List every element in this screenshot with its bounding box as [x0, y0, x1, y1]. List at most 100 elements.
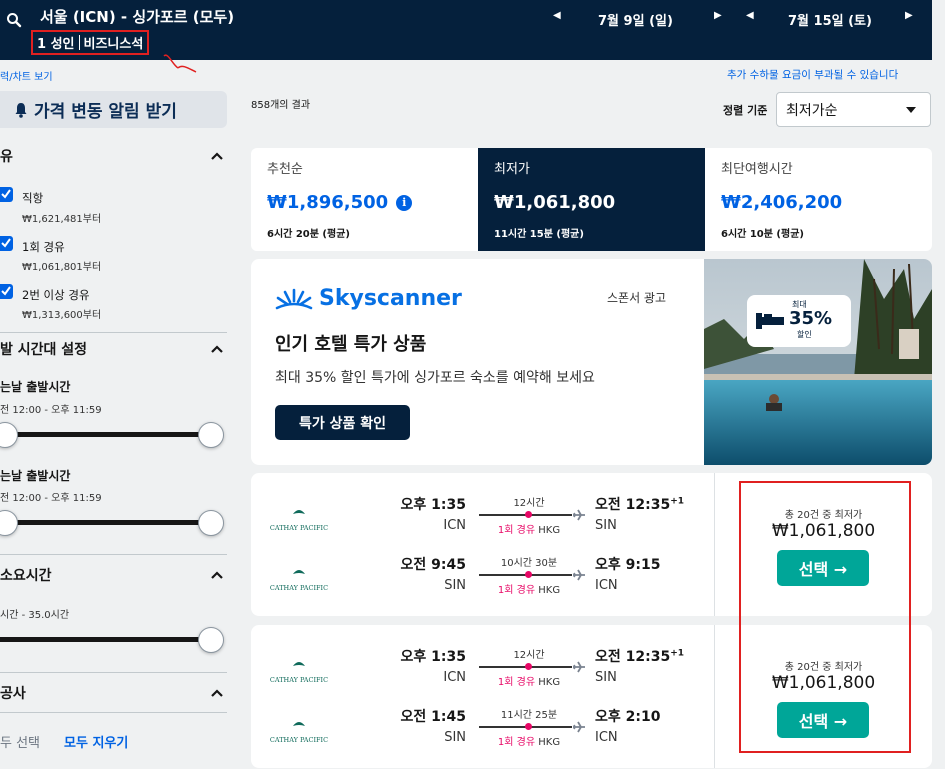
flight-leg-return: CATHAY PACIFIC 오전 1:45 SIN 11시간 25분 1회 경…	[251, 706, 714, 766]
flight-duration: 10시간 30분	[500, 558, 558, 569]
return-prev-arrow-icon[interactable]: ◀	[746, 10, 754, 21]
svg-text:CATHAY PACIFIC: CATHAY PACIFIC	[270, 676, 328, 684]
departure-airport: SIN	[444, 730, 466, 745]
cabin-class: 비즈니스석	[83, 37, 144, 52]
flight-leg-outbound: CATHAY PACIFIC 오후 1:35 ICN 12시간 1회 경유 HK…	[251, 494, 714, 554]
traveller-cabin-summary[interactable]: 1 성인 비즈니스석	[31, 30, 150, 55]
return-slider-min-handle[interactable]	[0, 510, 18, 536]
select-all-airlines[interactable]: 두 선택	[0, 732, 40, 751]
depart-prev-arrow-icon[interactable]: ◀	[553, 10, 561, 21]
return-slider-max-handle[interactable]	[198, 510, 224, 536]
search-icon[interactable]	[6, 12, 22, 28]
chevron-up-icon[interactable]	[211, 689, 223, 697]
departure-airport: ICN	[443, 518, 466, 533]
arrival-time: 오전 12:35	[595, 649, 671, 665]
bed-icon	[756, 313, 784, 329]
plane-icon	[573, 569, 585, 581]
divider	[0, 332, 227, 333]
info-icon[interactable]: i	[396, 194, 413, 211]
flight-leg-outbound: CATHAY PACIFIC 오후 1:35 ICN 12시간 1회 경유 HK…	[251, 646, 714, 706]
chevron-up-icon[interactable]	[211, 345, 223, 353]
departure-time: 오후 1:35	[400, 497, 466, 513]
sort-tabs: 추천순 ₩1,896,500 i 6시간 20분 (평균) 최저가 ₩1,061,…	[251, 148, 932, 251]
return-next-arrow-icon[interactable]: ▶	[905, 10, 913, 21]
stops-info: 1회 경유 HKG	[479, 521, 579, 536]
clear-all-airlines[interactable]: 모두 지우기	[64, 732, 128, 751]
stops-direct-checkbox[interactable]	[0, 187, 13, 202]
stops-option-price: ₩1,621,481부터	[22, 214, 102, 225]
tab-duration: 11시간 15분 (평균)	[494, 229, 584, 240]
flight-leg-return: CATHAY PACIFIC 오전 9:45 SIN 10시간 30분 1회 경…	[251, 554, 714, 614]
price-alert-label: 가격 변동 알림 받기	[34, 102, 177, 122]
ad-cta-button[interactable]: 특가 상품 확인	[275, 405, 410, 440]
search-header: 서울 (ICN) - 싱가포르 (모두) 1 성인 비즈니스석 ◀ 7월 9일 …	[0, 0, 932, 60]
outbound-slider-track[interactable]	[0, 432, 205, 437]
stops-option-label[interactable]: 2번 이상 경유	[22, 287, 90, 303]
stops-two-plus-checkbox[interactable]	[0, 284, 13, 299]
stop-count: 1회 경유	[497, 585, 536, 596]
check-icon	[1, 238, 11, 248]
arrival-day-offset: +1	[670, 648, 685, 659]
sponsored-ad[interactable]: Skyscanner 스폰서 광고 인기 호텔 특가 상품 최대 35% 할인 …	[251, 259, 932, 465]
tab-best[interactable]: 추천순 ₩1,896,500 i 6시간 20분 (평균)	[251, 148, 478, 251]
sort-label: 정렬 기준	[723, 104, 768, 117]
outbound-slider-min-handle[interactable]	[0, 422, 18, 448]
tab-name: 최단여행시간	[721, 162, 793, 177]
plane-icon	[573, 721, 585, 733]
outbound-slider-max-handle[interactable]	[198, 422, 224, 448]
chevron-up-icon[interactable]	[211, 571, 223, 579]
stop-dot	[525, 663, 532, 670]
stops-one-checkbox[interactable]	[0, 236, 13, 251]
stop-hub: HKG	[538, 737, 561, 748]
arrival-airport: SIN	[595, 518, 617, 533]
stops-option-price: ₩1,313,600부터	[22, 310, 102, 321]
arrival-time-wrap: 오후 9:15	[595, 554, 660, 574]
stops-option-label[interactable]: 1회 경유	[22, 239, 65, 255]
price-alert-button[interactable]: 가격 변동 알림 받기	[0, 91, 227, 128]
badge-bottom: 할인	[797, 330, 812, 339]
depart-next-arrow-icon[interactable]: ▶	[714, 10, 722, 21]
duration-slider-track[interactable]	[0, 637, 205, 642]
svg-text:CATHAY PACIFIC: CATHAY PACIFIC	[270, 584, 328, 592]
cathay-pacific-logo: CATHAY PACIFIC	[270, 510, 328, 532]
discount-badge: 최대 35% 할인	[747, 295, 851, 347]
arrival-time-wrap: 오후 2:10	[595, 706, 660, 726]
arrival-time: 오전 12:35	[595, 497, 671, 513]
tab-cheapest[interactable]: 최저가 ₩1,061,800 11시간 15분 (평균)	[478, 148, 705, 251]
airlines-section-title: 공사	[0, 686, 26, 702]
departure-airport: SIN	[444, 578, 466, 593]
arrival-day-offset: +1	[670, 496, 685, 507]
cathay-pacific-logo: CATHAY PACIFIC	[270, 570, 328, 592]
baggage-fee-notice[interactable]: 추가 수하물 요금이 부과될 수 있습니다	[727, 67, 898, 82]
arrival-airport: ICN	[595, 730, 618, 745]
tab-fastest[interactable]: 최단여행시간 ₩2,406,200 6시간 10분 (평균)	[705, 148, 932, 251]
sort-select[interactable]: 최저가순	[776, 92, 931, 127]
pool-photo	[704, 259, 932, 465]
arrival-time: 오후 9:15	[595, 557, 661, 573]
return-date[interactable]: 7월 15일 (토)	[788, 10, 872, 29]
badge-value: 35%	[789, 308, 833, 329]
tab-price: ₩1,061,800	[494, 192, 616, 213]
depart-date[interactable]: 7월 9일 (일)	[598, 10, 673, 29]
route-summary[interactable]: 서울 (ICN) - 싱가포르 (모두)	[40, 6, 234, 27]
result-count: 858개의 결과	[251, 100, 311, 111]
stop-hub: HKG	[538, 677, 561, 688]
divider	[0, 712, 227, 713]
arrival-time-wrap: 오전 12:35+1	[595, 646, 684, 666]
traveller-count: 1 성인	[37, 37, 75, 52]
sunrise-logo-icon	[275, 288, 313, 309]
chevron-up-icon[interactable]	[211, 152, 223, 160]
sort-value: 최저가순	[786, 102, 838, 119]
stop-count: 1회 경유	[497, 525, 536, 536]
bell-icon	[15, 102, 27, 118]
outbound-time-range: 전 12:00 - 오후 11:59	[0, 405, 102, 416]
tab-price-row: ₩1,896,500 i	[267, 192, 478, 213]
departure-time: 오후 1:35	[400, 649, 466, 665]
stops-option-label[interactable]: 직항	[22, 190, 43, 206]
ad-headline: 인기 호텔 특가 상품	[275, 334, 427, 355]
check-icon	[1, 189, 11, 199]
duration-slider-handle[interactable]	[198, 627, 224, 653]
chart-view-link[interactable]: 력/차트 보기	[0, 68, 53, 83]
return-slider-track[interactable]	[0, 520, 205, 525]
arrival-airport: SIN	[595, 670, 617, 685]
